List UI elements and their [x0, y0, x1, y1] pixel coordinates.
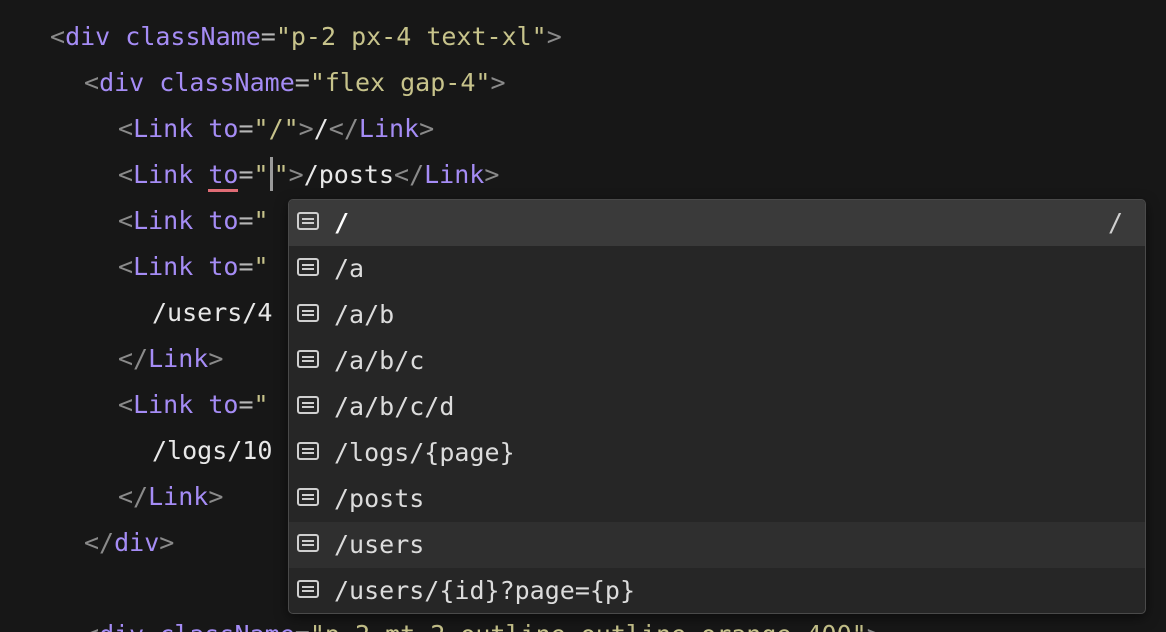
- suggestion-item[interactable]: /logs/{page}: [289, 430, 1145, 476]
- text-icon: [297, 212, 319, 230]
- text-cursor: [269, 157, 273, 191]
- code-line-partial-bottom: <div className="p-2 mt-2 outline outline…: [84, 612, 882, 632]
- code-line: <Link to=": [118, 390, 269, 419]
- text-icon: [297, 304, 319, 322]
- code-line: <div className="p-2 px-4 text-xl">: [50, 22, 562, 51]
- suggestion-label: /a: [334, 254, 365, 283]
- suggestion-label: /a/b/c: [334, 346, 425, 375]
- text-icon: [297, 396, 319, 414]
- text-icon: [297, 258, 319, 276]
- suggestion-label: /: [334, 208, 350, 237]
- suggestion-label: /logs/{page}: [334, 438, 515, 467]
- code-line: /logs/10: [152, 436, 273, 465]
- suggestion-item[interactable]: /a: [289, 246, 1145, 292]
- suggestion-item[interactable]: /users/{id}?page={p}: [289, 568, 1145, 613]
- code-line-active: <Link to=" ">/posts</Link>: [118, 152, 499, 198]
- suggestion-label: /users/{id}?page={p}: [334, 576, 636, 605]
- suggestion-label: /users: [334, 530, 425, 559]
- error-squiggle: to: [208, 160, 239, 192]
- code-line: /users/4: [152, 298, 273, 327]
- code-line: <Link to="/">/</Link>: [118, 114, 435, 143]
- suggestion-item[interactable]: /a/b/c: [289, 338, 1145, 384]
- suggestion-item[interactable]: /posts: [289, 476, 1145, 522]
- code-line: <Link to=": [118, 206, 269, 235]
- text-icon: [297, 442, 319, 460]
- suggestion-item[interactable]: /users: [289, 522, 1145, 568]
- code-line: </div>: [84, 528, 175, 557]
- suggestion-item[interactable]: / /: [289, 200, 1145, 246]
- text-icon: [297, 488, 319, 506]
- suggestion-item[interactable]: /a/b/c/d: [289, 384, 1145, 430]
- suggestion-detail: /: [1107, 208, 1123, 237]
- text-icon: [297, 580, 319, 598]
- code-line: <div className="flex gap-4">: [84, 68, 506, 97]
- code-line: <Link to=": [118, 252, 269, 281]
- suggestion-label: /a/b/c/d: [334, 392, 455, 421]
- text-icon: [297, 350, 319, 368]
- suggestion-label: /posts: [334, 484, 425, 513]
- code-line: </Link>: [118, 482, 224, 511]
- code-line: </Link>: [118, 344, 224, 373]
- suggestion-item[interactable]: /a/b: [289, 292, 1145, 338]
- suggestion-label: /a/b: [334, 300, 395, 329]
- autocomplete-popup[interactable]: / / /a /a/b /a/b/c /a/b/c/d /logs/{page}…: [288, 199, 1146, 614]
- text-icon: [297, 534, 319, 552]
